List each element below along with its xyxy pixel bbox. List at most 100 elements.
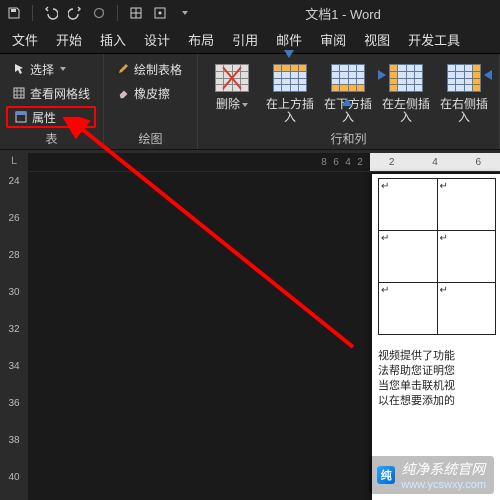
ruler-mark: 4 — [432, 157, 438, 168]
vruler-mark: 36 — [8, 398, 19, 409]
tab-insert[interactable]: 插入 — [98, 30, 128, 49]
para-line: 法帮助您证明您 — [378, 364, 494, 379]
ribbon-tabs: 文件 开始 插入 设计 布局 引用 邮件 审阅 视图 开发工具 — [0, 26, 500, 54]
para-line: 当您单击联机视 — [378, 379, 494, 394]
delete-button[interactable]: 删除 — [204, 58, 260, 111]
table-row[interactable]: ↵ ↵ — [379, 283, 496, 335]
undo-icon[interactable] — [43, 5, 59, 21]
insert-left-button[interactable]: 在左侧插入 — [378, 58, 434, 124]
ruler-mark: 2 — [357, 157, 363, 168]
workspace: 24 26 28 30 32 34 36 38 40 ↵ ↵ — [0, 172, 500, 500]
watermark-brand: 纯净系统官网 — [401, 459, 486, 479]
delete-icon — [214, 60, 250, 96]
vruler-mark: 34 — [8, 361, 19, 372]
vruler-mark: 30 — [8, 287, 19, 298]
save-icon[interactable] — [6, 5, 22, 21]
ruler-mark: 2 — [389, 157, 395, 168]
watermark-logo-icon: 纯 — [377, 466, 395, 484]
insert-left-label: 在左侧插入 — [378, 98, 434, 124]
ruler-mark: 6 — [476, 157, 482, 168]
ruler-corner[interactable]: L — [0, 150, 28, 172]
insert-above-button[interactable]: 在上方插入 — [262, 58, 318, 124]
delete-label: 删除 — [216, 97, 240, 111]
insert-below-button[interactable]: 在下方插入 — [320, 58, 376, 124]
customize-qat-icon[interactable] — [176, 5, 192, 21]
touch-mode-icon[interactable] — [152, 5, 168, 21]
cursor-icon — [12, 62, 26, 76]
ribbon-group-table: 选择 查看网格线 属性 表 — [0, 54, 104, 149]
table-row[interactable]: ↵ ↵ — [379, 231, 496, 283]
vruler-mark: 40 — [8, 472, 19, 483]
tab-review[interactable]: 审阅 — [318, 30, 348, 49]
insert-right-icon — [446, 60, 482, 96]
select-button[interactable]: 选择 — [6, 58, 96, 80]
gridlines-icon — [12, 86, 26, 100]
gridlines-label: 查看网格线 — [30, 85, 90, 102]
ribbon: 选择 查看网格线 属性 表 绘制表格 — [0, 54, 500, 150]
table-qat-icon[interactable] — [128, 5, 144, 21]
table-row[interactable]: ↵ ↵ — [379, 179, 496, 231]
insert-above-icon — [272, 60, 308, 96]
select-label: 选择 — [30, 61, 54, 78]
tab-mailings[interactable]: 邮件 — [274, 30, 304, 49]
quick-access-toolbar — [6, 5, 192, 21]
vruler-mark: 38 — [8, 435, 19, 446]
insert-right-button[interactable]: 在右侧插入 — [436, 58, 492, 124]
properties-button[interactable]: 属性 — [6, 106, 96, 128]
vertical-ruler[interactable]: 24 26 28 30 32 34 36 38 40 — [0, 172, 28, 500]
ruler-light[interactable]: 2 4 6 — [370, 153, 500, 171]
group-rowscols-label: 行和列 — [204, 128, 493, 149]
group-draw-label: 绘图 — [110, 128, 191, 149]
tab-view[interactable]: 视图 — [362, 30, 392, 49]
document-table[interactable]: ↵ ↵ ↵ ↵ ↵ ↵ — [378, 178, 496, 335]
document-paragraph[interactable]: 视频提供了功能 法帮助您证明您 当您单击联机视 以在想要添加的 — [378, 349, 494, 408]
ruler-mark: 8 — [321, 157, 327, 168]
ribbon-group-draw: 绘制表格 橡皮擦 绘图 — [104, 54, 198, 149]
table-cell[interactable]: ↵ — [437, 231, 496, 283]
vruler-mark: 26 — [8, 213, 19, 224]
ruler-mark: 6 — [333, 157, 339, 168]
para-line: 视频提供了功能 — [378, 349, 494, 364]
table-cell[interactable]: ↵ — [437, 179, 496, 231]
table-cell[interactable]: ↵ — [379, 231, 438, 283]
editor-pane[interactable]: ↵ ↵ ↵ ↵ ↵ ↵ 视频提供了功能 法帮助您证明您 当您单击联机视 以在想要… — [28, 172, 500, 500]
properties-icon — [14, 110, 28, 124]
group-table-label: 表 — [6, 128, 97, 149]
table-cell[interactable]: ↵ — [437, 283, 496, 335]
table-cell[interactable]: ↵ — [379, 283, 438, 335]
eraser-label: 橡皮擦 — [134, 85, 170, 102]
horizontal-ruler: L 8 6 4 2 2 4 6 — [0, 150, 500, 172]
draw-table-button[interactable]: 绘制表格 — [110, 58, 188, 80]
insert-left-icon — [388, 60, 424, 96]
ruler-dark-margin[interactable]: 8 6 4 2 — [314, 153, 370, 171]
tab-developer[interactable]: 开发工具 — [406, 30, 462, 49]
tab-references[interactable]: 引用 — [230, 30, 260, 49]
vruler-mark: 28 — [8, 250, 19, 261]
tab-home[interactable]: 开始 — [54, 30, 84, 49]
document-title: 文档1 - Word — [192, 4, 494, 23]
pencil-icon — [116, 62, 130, 76]
watermark-url: www.ycswxy.com — [401, 479, 486, 491]
watermark: 纯 纯净系统官网 www.ycswxy.com — [369, 456, 494, 494]
redo-icon[interactable] — [67, 5, 83, 21]
title-bar: 文档1 - Word — [0, 0, 500, 26]
document-page[interactable]: ↵ ↵ ↵ ↵ ↵ ↵ 视频提供了功能 法帮助您证明您 当您单击联机视 以在想要… — [372, 174, 500, 500]
ruler-mark: 4 — [345, 157, 351, 168]
insert-below-icon — [330, 60, 366, 96]
table-cell[interactable]: ↵ — [379, 179, 438, 231]
view-gridlines-button[interactable]: 查看网格线 — [6, 82, 96, 104]
ruler-dark-left[interactable] — [28, 153, 314, 171]
para-line: 以在想要添加的 — [378, 394, 494, 409]
eraser-button[interactable]: 橡皮擦 — [110, 82, 188, 104]
draw-table-label: 绘制表格 — [134, 61, 182, 78]
properties-label: 属性 — [32, 109, 56, 126]
tab-file[interactable]: 文件 — [10, 30, 40, 49]
eraser-icon — [116, 86, 130, 100]
vruler-mark: 32 — [8, 324, 19, 335]
tab-design[interactable]: 设计 — [142, 30, 172, 49]
repeat-icon[interactable] — [91, 5, 107, 21]
tab-layout[interactable]: 布局 — [186, 30, 216, 49]
ribbon-group-rowscols: 删除 在上方插入 在下方插入 在左侧插入 — [198, 54, 500, 149]
insert-right-label: 在右侧插入 — [436, 98, 492, 124]
vruler-mark: 24 — [8, 176, 19, 187]
